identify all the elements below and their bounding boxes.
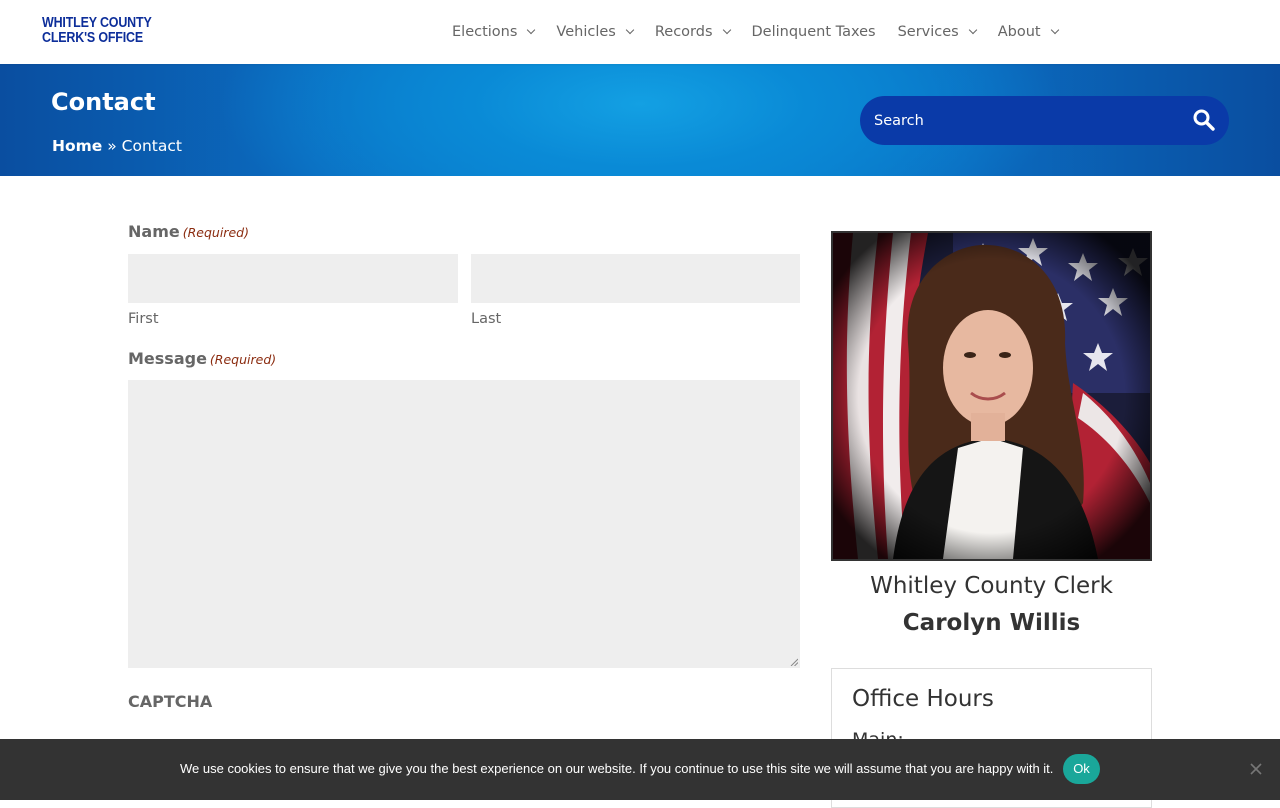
main-nav: Elections Vehicles Records Delinquent Ta… bbox=[452, 20, 1080, 44]
office-hours-title: Office Hours bbox=[852, 686, 994, 712]
message-label: Message (Required) bbox=[128, 349, 276, 368]
required-tag: (Required) bbox=[182, 225, 249, 240]
nav-item-records[interactable]: Records bbox=[654, 24, 731, 40]
clerk-portrait-image bbox=[833, 233, 1150, 559]
nav-item-elections[interactable]: Elections bbox=[452, 24, 536, 40]
last-name-input[interactable] bbox=[471, 254, 800, 303]
nav-item-vehicles[interactable]: Vehicles bbox=[556, 24, 635, 40]
chevron-down-icon bbox=[527, 25, 536, 35]
captcha-label: CAPTCHA bbox=[128, 692, 213, 711]
search-icon[interactable] bbox=[1192, 108, 1216, 132]
nav-label: About bbox=[997, 24, 1041, 40]
close-icon[interactable] bbox=[1249, 762, 1263, 776]
nav-item-services[interactable]: Services bbox=[897, 24, 977, 40]
resize-grip-icon[interactable] bbox=[790, 658, 798, 666]
nav-label: Elections bbox=[452, 24, 518, 40]
nav-label: Records bbox=[654, 24, 713, 40]
name-label-text: Name bbox=[128, 222, 180, 241]
page-banner: Contact Home » Contact bbox=[0, 64, 1280, 176]
nav-item-about[interactable]: About bbox=[997, 24, 1059, 40]
nav-label: Vehicles bbox=[556, 24, 616, 40]
breadcrumb-current: Contact bbox=[121, 137, 182, 155]
cookie-notice-text: We use cookies to ensure that we give yo… bbox=[180, 761, 1054, 776]
site-logo[interactable]: WHITLEY COUNTY CLERK'S OFFICE bbox=[42, 15, 152, 46]
logo-line-1: WHITLEY COUNTY bbox=[42, 15, 152, 31]
name-label: Name (Required) bbox=[128, 222, 249, 241]
chevron-down-icon bbox=[968, 25, 977, 35]
breadcrumb-separator: » bbox=[102, 137, 122, 155]
cookie-notice: We use cookies to ensure that we give yo… bbox=[0, 739, 1280, 800]
message-label-text: Message bbox=[128, 349, 207, 368]
clerk-name: Carolyn Willis bbox=[902, 610, 1081, 636]
site-header: WHITLEY COUNTY CLERK'S OFFICE Elections … bbox=[0, 0, 1280, 64]
page-title: Contact bbox=[51, 88, 156, 116]
logo-line-2: CLERK'S OFFICE bbox=[42, 30, 144, 46]
clerk-title: Whitley County Clerk bbox=[870, 573, 1113, 599]
last-name-sublabel: Last bbox=[471, 311, 502, 327]
nav-label: Services bbox=[897, 24, 959, 40]
chevron-down-icon bbox=[722, 25, 731, 35]
breadcrumb: Home » Contact bbox=[52, 137, 182, 155]
first-name-input[interactable] bbox=[128, 254, 458, 303]
cookie-ok-button[interactable]: Ok bbox=[1063, 754, 1100, 784]
first-name-sublabel: First bbox=[128, 311, 159, 327]
chevron-down-icon bbox=[1050, 25, 1059, 35]
search-input[interactable] bbox=[874, 96, 1174, 145]
breadcrumb-home-link[interactable]: Home bbox=[52, 137, 102, 155]
clerk-photo bbox=[831, 231, 1152, 561]
nav-label: Delinquent Taxes bbox=[751, 24, 876, 40]
chevron-down-icon bbox=[625, 25, 635, 35]
required-tag: (Required) bbox=[209, 352, 277, 367]
search-box bbox=[860, 96, 1229, 145]
nav-item-delinquent-taxes[interactable]: Delinquent Taxes bbox=[752, 24, 876, 40]
message-textarea[interactable] bbox=[128, 380, 800, 668]
